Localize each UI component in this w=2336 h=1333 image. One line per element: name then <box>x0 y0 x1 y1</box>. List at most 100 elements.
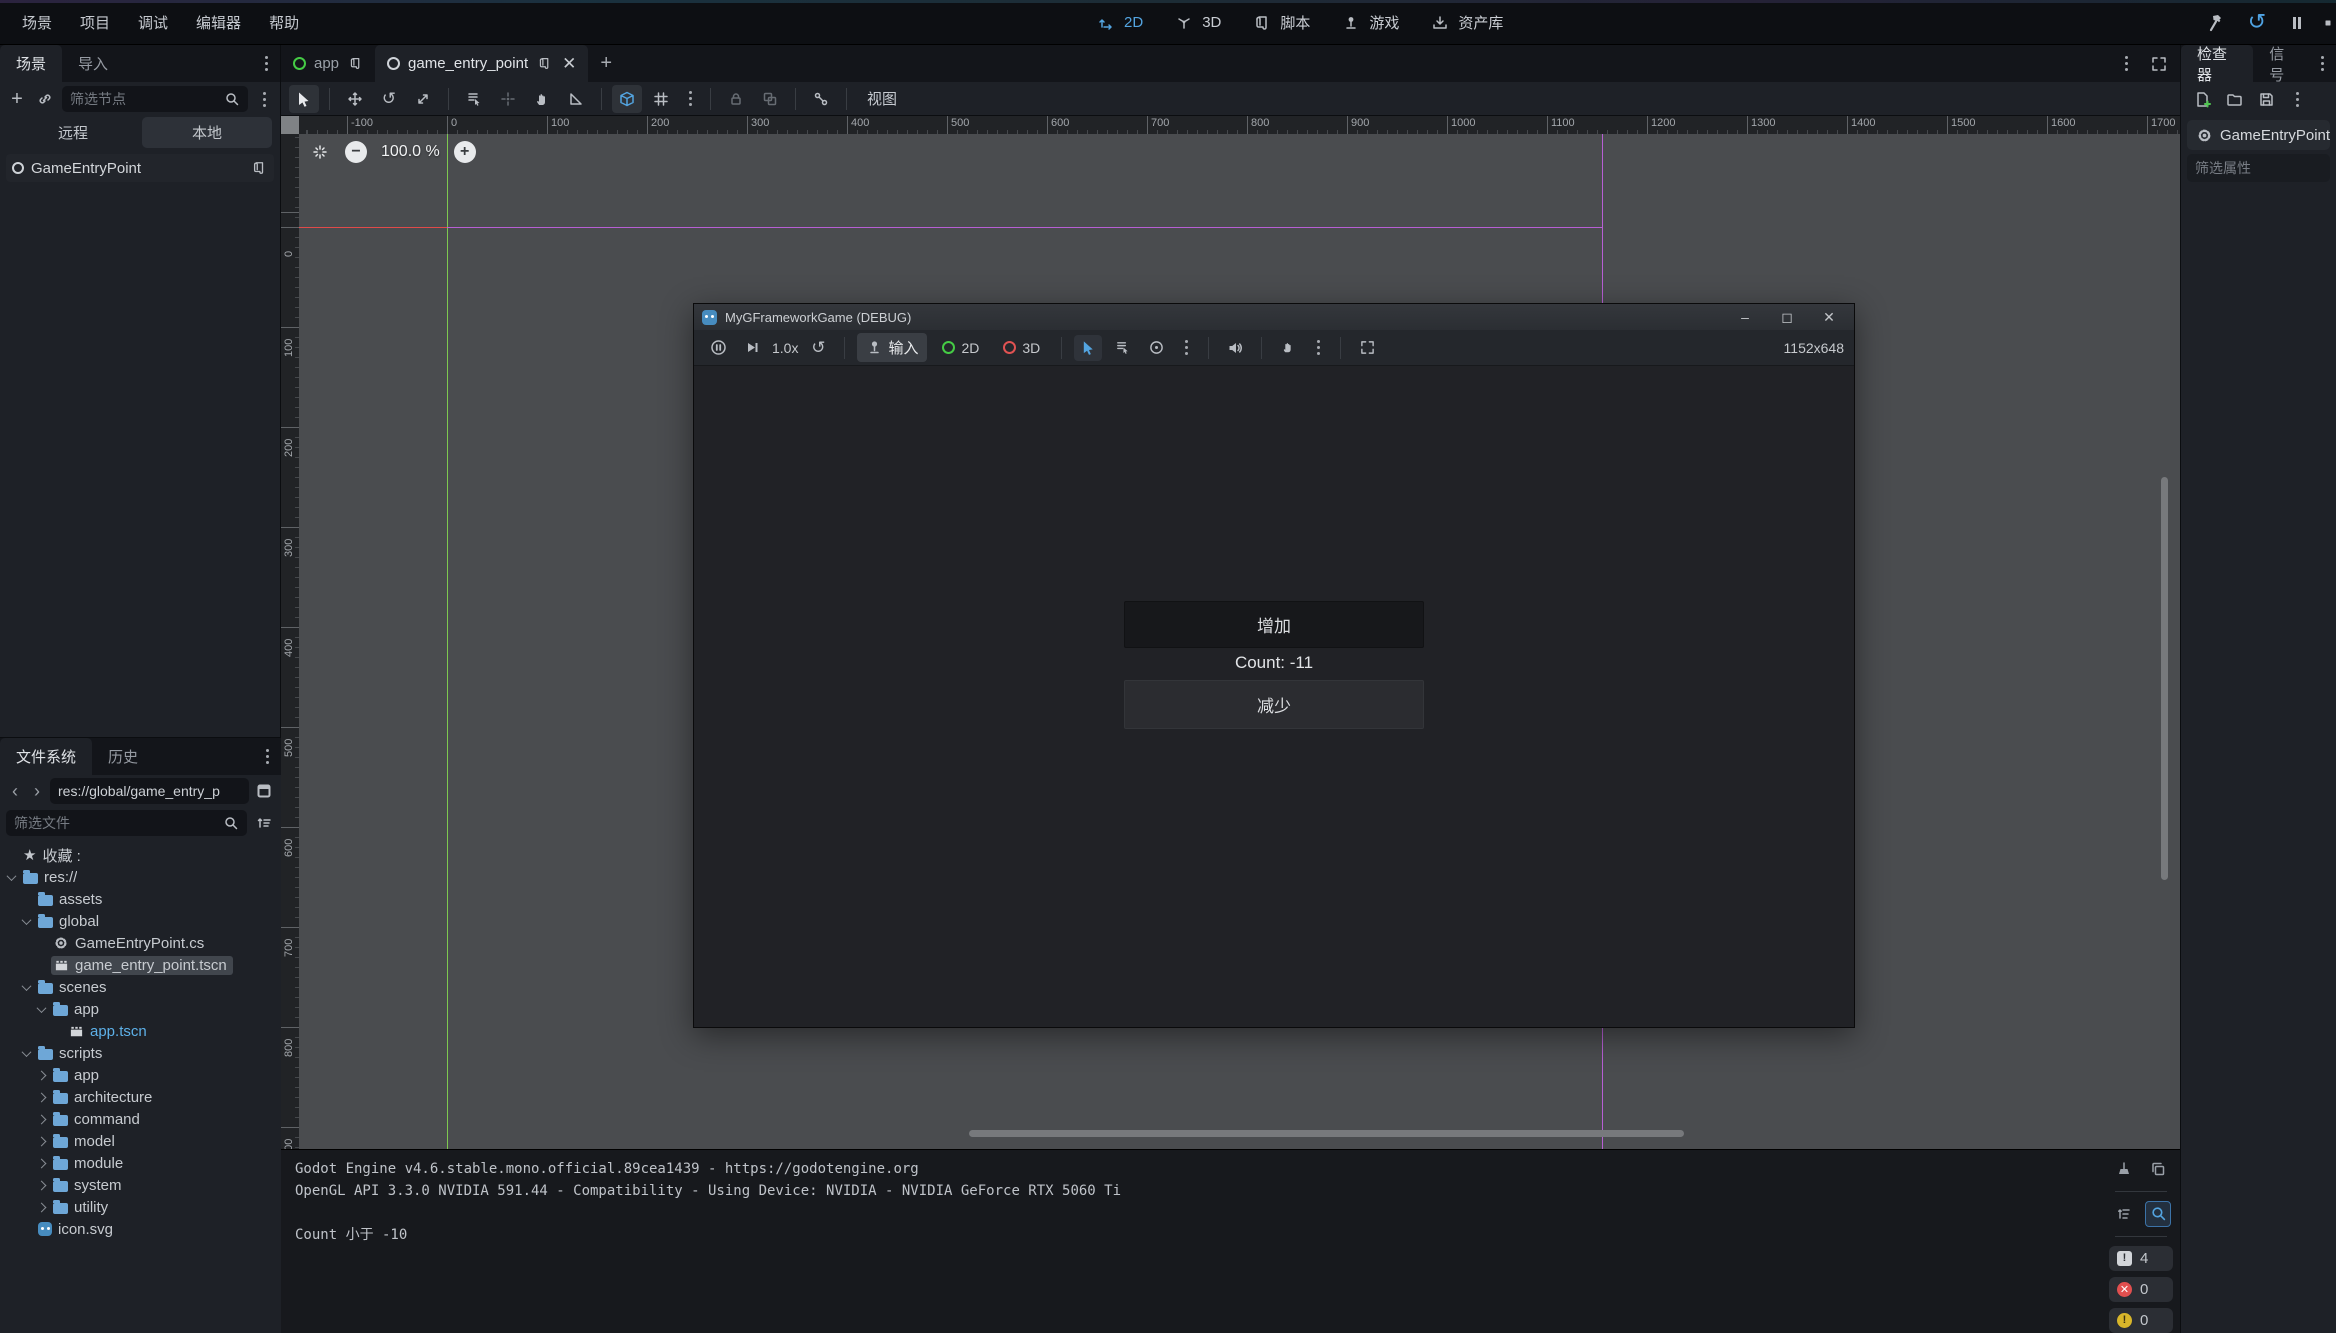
pan-tool[interactable] <box>527 85 557 113</box>
expander-icon[interactable] <box>37 1136 47 1146</box>
mode-3d-button[interactable]: 3D <box>994 336 1049 360</box>
2d-canvas[interactable]: − 100.0 % + MyGFrameworkGame (DEBUG) – ◻… <box>299 134 2180 1149</box>
workspace-2d[interactable]: 2D <box>1085 7 1153 39</box>
workspace-game[interactable]: 游戏 <box>1330 7 1409 39</box>
workspace-3d[interactable]: 3D <box>1163 7 1231 39</box>
file-tree-item[interactable]: assets <box>0 888 281 910</box>
file-tree-item[interactable]: res:// <box>0 866 281 888</box>
decrease-button[interactable]: 减少 <box>1124 680 1424 729</box>
close-icon[interactable]: ✕ <box>1812 309 1846 326</box>
file-tree-item[interactable]: module <box>0 1152 281 1174</box>
rotate-tool[interactable]: ↺ <box>374 85 404 113</box>
move-tool[interactable] <box>340 85 370 113</box>
menu-debug[interactable]: 调试 <box>126 6 180 39</box>
scale-tool[interactable] <box>408 85 438 113</box>
file-tree-item[interactable]: app <box>0 1064 281 1086</box>
remote-button[interactable]: 远程 <box>8 117 138 148</box>
scene-tabs-menu-icon[interactable] <box>2116 53 2136 75</box>
load-resource-icon[interactable] <box>2223 88 2245 110</box>
scene-tab-game-entry-point[interactable]: game_entry_point ✕ <box>375 45 588 82</box>
list-select-mode-icon[interactable] <box>1108 335 1136 361</box>
inspector-dock-menu-icon[interactable] <box>2312 53 2332 75</box>
zoom-level[interactable]: 100.0 % <box>381 143 440 161</box>
expander-icon[interactable] <box>37 1158 47 1168</box>
ruler-tool[interactable] <box>561 85 591 113</box>
increase-button[interactable]: 增加 <box>1124 601 1424 648</box>
output-log[interactable]: Godot Engine v4.6.stable.mono.official.8… <box>295 1158 2100 1329</box>
file-tree-item[interactable]: game_entry_point.tscn <box>0 954 281 976</box>
workspace-script[interactable]: 脚本 <box>1241 7 1320 39</box>
resource-menu-icon[interactable] <box>2287 88 2307 110</box>
view-menu[interactable]: 视图 <box>857 84 907 113</box>
minimize-icon[interactable]: – <box>1728 309 1762 325</box>
copy-output-icon[interactable] <box>2145 1156 2171 1182</box>
filter-nodes-input[interactable]: 筛选节点 <box>62 86 248 112</box>
expander-icon[interactable] <box>37 1092 47 1102</box>
menu-help[interactable]: 帮助 <box>257 6 311 39</box>
sort-files-icon[interactable] <box>253 812 275 834</box>
current-path[interactable]: res://global/game_entry_p <box>50 778 249 804</box>
local-button[interactable]: 本地 <box>142 117 272 148</box>
filter-files-input[interactable]: 筛选文件 <box>6 810 247 836</box>
file-tree-item[interactable]: scripts <box>0 1042 281 1064</box>
file-tree-item[interactable]: system <box>0 1174 281 1196</box>
game-window-titlebar[interactable]: MyGFrameworkGame (DEBUG) – ◻ ✕ <box>694 304 1854 330</box>
fullscreen-icon[interactable] <box>1353 335 1381 361</box>
build-hammer-icon[interactable] <box>2204 10 2230 36</box>
file-tree-item[interactable]: app.tscn <box>0 1020 281 1042</box>
split-view-icon[interactable] <box>253 780 275 802</box>
debug-options-icon[interactable] <box>1308 337 1328 359</box>
expander-icon[interactable] <box>37 1180 47 1190</box>
select-options-icon[interactable] <box>1176 337 1196 359</box>
zoom-out-icon[interactable]: − <box>345 141 367 163</box>
input-mode-button[interactable]: 输入 <box>857 333 927 362</box>
tab-history[interactable]: 历史 <box>92 738 154 775</box>
expander-icon[interactable] <box>22 915 32 925</box>
inspected-object-row[interactable]: GameEntryPoint.cs <box>2187 120 2330 150</box>
expander-icon[interactable] <box>37 1003 47 1013</box>
audio-mute-icon[interactable] <box>1221 335 1249 361</box>
smart-snap-toggle[interactable] <box>612 85 642 113</box>
snap-options-icon[interactable] <box>680 88 700 110</box>
nav-back-icon[interactable]: ‹ <box>6 781 24 802</box>
file-tree-item[interactable]: GameEntryPoint.cs <box>0 932 281 954</box>
collapse-duplicates-icon[interactable] <box>2111 1201 2137 1227</box>
mode-2d-button[interactable]: 2D <box>933 336 988 360</box>
tab-inspector[interactable]: 检查器 <box>2181 45 2253 82</box>
suspend-icon[interactable] <box>704 335 732 361</box>
scene-tree-menu-icon[interactable] <box>254 88 274 110</box>
scene-tab-app[interactable]: app <box>281 45 375 82</box>
horizontal-scrollbar[interactable] <box>969 1130 1684 1137</box>
warnings-badge[interactable]: ! 0 <box>2109 1308 2173 1333</box>
save-resource-icon[interactable] <box>2255 88 2277 110</box>
filter-properties-input[interactable]: 筛选属性 <box>2187 154 2330 182</box>
group-node-toggle[interactable] <box>755 85 785 113</box>
expander-icon[interactable] <box>22 981 32 991</box>
maximize-icon[interactable]: ◻ <box>1770 309 1804 326</box>
clear-output-icon[interactable] <box>2111 1156 2137 1182</box>
menu-editor[interactable]: 编辑器 <box>184 6 253 39</box>
script-icon[interactable] <box>250 159 268 177</box>
vertical-scrollbar[interactable] <box>2161 477 2168 880</box>
restart-game-icon[interactable]: ↺ <box>2244 10 2270 36</box>
file-tree-item[interactable]: ★收藏 : <box>0 844 281 866</box>
file-tree-item[interactable]: utility <box>0 1196 281 1218</box>
tab-import[interactable]: 导入 <box>62 45 124 82</box>
file-tree-item[interactable]: icon.svg <box>0 1218 281 1240</box>
game-window[interactable]: MyGFrameworkGame (DEBUG) – ◻ ✕ 1.0x ↺ <box>693 303 1855 1028</box>
menu-project[interactable]: 项目 <box>68 6 122 39</box>
skeleton-options-icon[interactable] <box>806 85 836 113</box>
speed-label[interactable]: 1.0x <box>772 340 798 356</box>
debug-paused-icon[interactable] <box>1274 335 1302 361</box>
camera-override-icon[interactable] <box>1142 335 1170 361</box>
stop-game-icon[interactable] <box>2324 10 2332 36</box>
instance-scene-icon[interactable] <box>34 88 56 110</box>
expander-icon[interactable] <box>7 871 17 881</box>
file-tree-item[interactable]: command <box>0 1108 281 1130</box>
restart-icon[interactable]: ↺ <box>804 335 832 361</box>
lock-node-toggle[interactable] <box>721 85 751 113</box>
search-output-icon[interactable] <box>2145 1201 2171 1227</box>
select-mode-icon[interactable] <box>1074 335 1102 361</box>
center-view-icon[interactable] <box>309 141 331 163</box>
menu-scene[interactable]: 场景 <box>10 6 64 39</box>
